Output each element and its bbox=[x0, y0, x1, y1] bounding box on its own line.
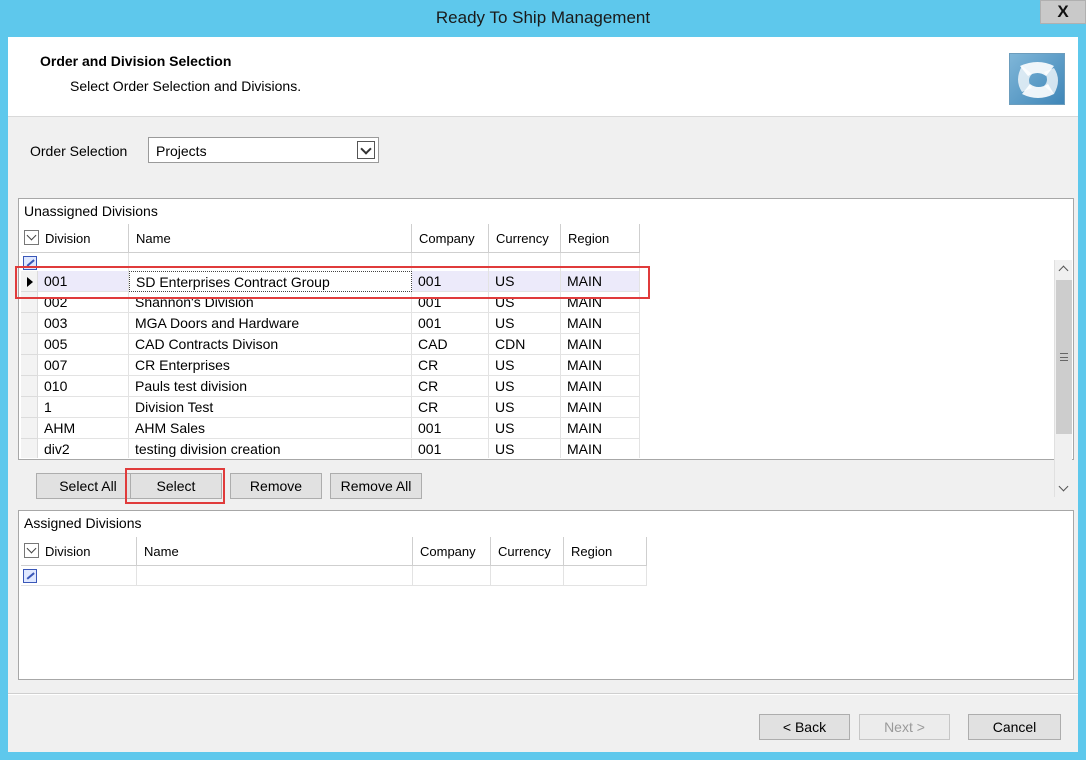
table-row[interactable]: 010 Pauls test division CR US MAIN bbox=[21, 376, 1055, 397]
table-row[interactable]: 005 CAD Contracts Divison CAD CDN MAIN bbox=[21, 334, 1055, 355]
app-logo-icon bbox=[1009, 53, 1065, 105]
column-currency[interactable]: Currency bbox=[489, 224, 561, 253]
back-button[interactable]: < Back bbox=[759, 714, 850, 740]
close-button[interactable]: X bbox=[1040, 0, 1086, 24]
column-chooser-icon[interactable] bbox=[24, 230, 39, 245]
window-title: Ready To Ship Management bbox=[435, 8, 651, 27]
column-chooser-icon[interactable] bbox=[24, 543, 39, 558]
column-name[interactable]: Name bbox=[129, 224, 412, 253]
row-selector[interactable] bbox=[21, 439, 38, 458]
row-selector[interactable] bbox=[21, 313, 38, 334]
column-company[interactable]: Company bbox=[413, 537, 491, 566]
scrollbar-thumb[interactable] bbox=[1056, 280, 1072, 434]
remove-button[interactable]: Remove bbox=[230, 473, 322, 499]
table-row[interactable]: div2 testing division creation 001 US MA… bbox=[21, 439, 1055, 458]
column-division[interactable]: Division bbox=[21, 224, 129, 253]
table-row[interactable]: 1 Division Test CR US MAIN bbox=[21, 397, 1055, 418]
row-selector[interactable] bbox=[21, 355, 38, 376]
unassigned-grid-header: Division Name Company Currency Region bbox=[21, 224, 640, 253]
select-button-highlight bbox=[125, 468, 225, 504]
unassigned-divisions-group: Unassigned Divisions Division Name Compa… bbox=[18, 198, 1074, 460]
order-selection-value: Projects bbox=[156, 143, 207, 159]
table-row[interactable]: 003 MGA Doors and Hardware 001 US MAIN bbox=[21, 313, 1055, 334]
assigned-divisions-label: Assigned Divisions bbox=[24, 515, 142, 531]
grip-icon bbox=[1060, 353, 1068, 361]
filter-icon[interactable] bbox=[23, 569, 37, 583]
next-button[interactable]: Next > bbox=[859, 714, 950, 740]
column-division[interactable]: Division bbox=[21, 537, 137, 566]
scroll-down-icon[interactable] bbox=[1055, 479, 1073, 497]
unassigned-rows: 001 SD Enterprises Contract Group 001 US… bbox=[21, 271, 1055, 458]
filter-cell[interactable] bbox=[137, 566, 413, 586]
wizard-window: Order and Division Selection Select Orde… bbox=[8, 37, 1078, 752]
row-selector[interactable] bbox=[21, 376, 38, 397]
table-row[interactable]: 007 CR Enterprises CR US MAIN bbox=[21, 355, 1055, 376]
filter-cell[interactable] bbox=[564, 566, 647, 586]
scroll-up-icon[interactable] bbox=[1055, 260, 1073, 278]
title-bar: Ready To Ship Management X bbox=[0, 0, 1086, 37]
column-name[interactable]: Name bbox=[137, 537, 413, 566]
unassigned-scrollbar[interactable] bbox=[1054, 260, 1072, 497]
assigned-divisions-group: Assigned Divisions Division Name Company… bbox=[18, 510, 1074, 680]
wizard-header: Order and Division Selection Select Orde… bbox=[8, 37, 1078, 117]
assigned-grid-header: Division Name Company Currency Region bbox=[21, 537, 647, 566]
table-row[interactable]: AHM AHM Sales 001 US MAIN bbox=[21, 418, 1055, 439]
filter-cell[interactable] bbox=[413, 566, 491, 586]
column-region[interactable]: Region bbox=[561, 224, 640, 253]
unassigned-divisions-label: Unassigned Divisions bbox=[24, 203, 158, 219]
order-selection-label: Order Selection bbox=[30, 143, 128, 159]
column-company[interactable]: Company bbox=[412, 224, 489, 253]
remove-all-button[interactable]: Remove All bbox=[330, 473, 422, 499]
page-subtitle: Select Order Selection and Divisions. bbox=[70, 78, 302, 94]
row-selector[interactable] bbox=[21, 334, 38, 355]
selected-row-highlight bbox=[15, 266, 650, 299]
chevron-down-icon bbox=[360, 143, 372, 155]
row-selector[interactable] bbox=[21, 397, 38, 418]
cancel-button[interactable]: Cancel bbox=[968, 714, 1061, 740]
assigned-filter-row bbox=[21, 566, 647, 586]
column-currency[interactable]: Currency bbox=[491, 537, 564, 566]
order-selection-dropdown[interactable]: Projects bbox=[148, 137, 379, 163]
footer-divider bbox=[8, 693, 1078, 695]
dropdown-button[interactable] bbox=[357, 141, 375, 159]
row-selector[interactable] bbox=[21, 418, 38, 439]
column-region[interactable]: Region bbox=[564, 537, 647, 566]
filter-cell[interactable] bbox=[491, 566, 564, 586]
page-title: Order and Division Selection bbox=[40, 53, 232, 69]
